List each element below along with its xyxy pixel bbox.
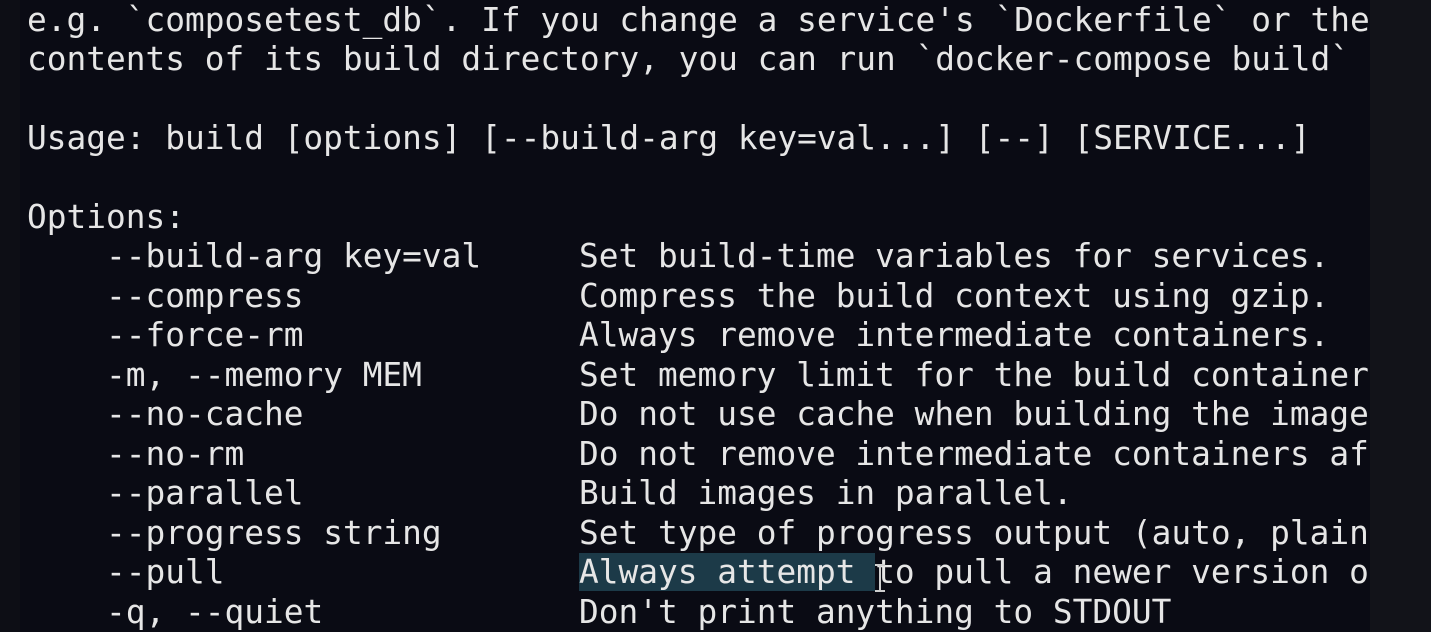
window-right-edge [1370,0,1431,632]
terminal-line: contents of its build directory, you can… [27,40,1370,78]
option-flag: --pull [106,553,225,591]
terminal-left-gutter [0,0,20,632]
option-description: Do not use cache when building the image [579,395,1369,433]
option-description-rest: to pull a newer version o [875,553,1369,591]
option-description: Do not remove intermediate containers af [579,435,1369,473]
option-flag: --parallel [106,474,304,512]
option-flag: --no-rm [106,435,245,473]
option-flag: --compress [106,277,304,315]
text-cursor-icon [875,560,885,596]
option-flag: --no-cache [106,395,304,433]
option-description[interactable]: Always attempt to pull a newer version o [579,552,1369,592]
option-description: Compress the build context using gzip. [579,277,1330,315]
option-flag: --force-rm [106,316,304,354]
option-flag: -m, --memory MEM [106,356,422,394]
option-description: Always remove intermediate containers. [579,316,1330,354]
terminal-window[interactable]: e.g. `composetest_db`. If you change a s… [0,0,1370,632]
usage-line: Usage: build [options] [--build-arg key=… [27,119,1311,157]
option-flag: --progress string [106,514,442,552]
option-description: Set memory limit for the build container [579,356,1369,394]
terminal-line: e.g. `composetest_db`. If you change a s… [27,1,1370,39]
option-description: Set build-time variables for services. [579,237,1330,275]
option-flag: --build-arg key=val [106,237,482,275]
option-description: Build images in parallel. [579,474,1073,512]
options-heading: Options: [27,198,185,236]
option-description: Don't print anything to STDOUT [579,593,1172,631]
option-flag: -q, --quiet [106,593,324,631]
option-description: Set type of progress output (auto, plain [579,514,1369,552]
selected-text[interactable]: Always attempt [579,553,876,591]
